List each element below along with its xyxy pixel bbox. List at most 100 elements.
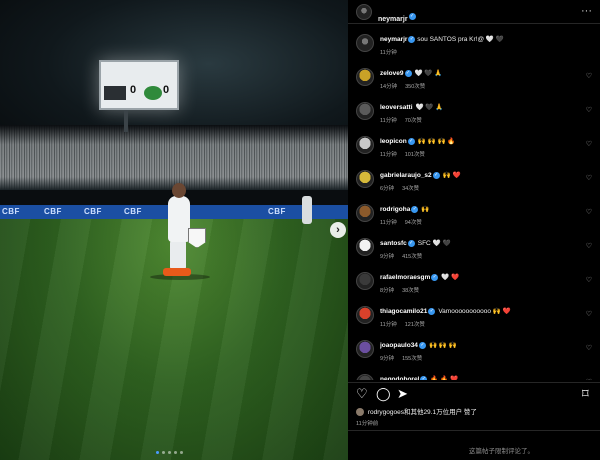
comment-like-heart-icon[interactable]: ♡ [586, 106, 592, 114]
comment-line: leoversatti 🤍 🖤 🙏 [380, 103, 580, 111]
comment-text: 🙌 🙌 🙌 🔥 [417, 138, 456, 145]
comment-like-count[interactable]: 350次赞 [405, 84, 425, 90]
comment-time: 9分钟 [380, 254, 395, 260]
comment-like-heart-icon[interactable]: ♡ [586, 378, 592, 380]
comment-like-count[interactable]: 94次赞 [405, 220, 422, 226]
comment-like-heart-icon[interactable]: ♡ [586, 140, 592, 148]
carousel-dot [180, 451, 183, 454]
comments-list[interactable]: neymarjr ✓ sou SANTOS pra Kr!@ 🤍 🖤 11分钟 z… [348, 28, 600, 380]
comment-like-count[interactable]: 38次赞 [402, 288, 419, 294]
comment-like-count[interactable]: 155次赞 [402, 356, 422, 362]
comment-line: santosfc ✓ SFC 🤍 🖤 [380, 239, 580, 247]
board-text: CBF [44, 207, 62, 216]
comment-meta: 11分钟 121次赞 [380, 320, 433, 328]
comment-username[interactable]: thiagocamilo21 [380, 308, 427, 315]
comment-like-count[interactable]: 121次赞 [405, 322, 425, 328]
comment-meta: 8分钟 38次赞 [380, 286, 427, 294]
comment-text: 🤍 ❤️ [441, 274, 460, 281]
commenter-avatar[interactable] [356, 238, 374, 256]
comment-like-heart-icon[interactable]: ♡ [586, 276, 592, 284]
more-options-icon[interactable]: ··· [581, 5, 592, 17]
commenter-avatar[interactable] [356, 68, 374, 86]
comment-meta: 6分钟 34次赞 [380, 184, 427, 192]
comment-username[interactable]: neqodoborel [380, 376, 419, 380]
comment-like-heart-icon[interactable]: ♡ [586, 310, 592, 318]
comment-like-count[interactable]: 415次赞 [402, 254, 422, 260]
comment-time: 11分钟 [380, 322, 397, 328]
verified-badge-icon: ✓ [411, 205, 419, 213]
comment-item: joaopaulo34 ✓ 🙌 🙌 🙌 9分钟 155次赞 ♡ [348, 334, 600, 368]
next-photo-button[interactable]: › [330, 222, 346, 238]
player-legs [170, 240, 186, 270]
comment-like-count[interactable]: 34次赞 [402, 186, 419, 192]
scoreboard-home-score: 0 [130, 84, 137, 96]
verified-badge-icon: ✓ [404, 69, 412, 77]
likes-summary[interactable]: rodrygogoes和其他29.1万位用户 赞了 [356, 406, 477, 418]
carousel-dot [168, 451, 171, 454]
carousel-dot [156, 451, 159, 454]
comment-meta: 11分钟 101次赞 [380, 150, 433, 158]
comment-username[interactable]: santosfc [380, 240, 407, 247]
comment-username[interactable]: leopicon [380, 138, 407, 145]
likes-text[interactable]: rodrygogoes和其他29.1万位用户 赞了 [368, 409, 477, 416]
comment-item: leoversatti 🤍 🖤 🙏 11分钟 70次赞 ♡ [348, 96, 600, 130]
comment-item: santosfc ✓ SFC 🤍 🖤 9分钟 415次赞 ♡ [348, 232, 600, 266]
caption-text: sou SANTOS pra Kr!@ 🤍 🖤 [417, 36, 504, 43]
comment-like-heart-icon[interactable]: ♡ [586, 208, 592, 216]
posted-time: 11分钟前 [356, 421, 379, 427]
author-avatar[interactable] [356, 34, 374, 52]
comment-username[interactable]: leoversatti [380, 104, 413, 111]
comment-bubble-icon[interactable]: ◯ [376, 387, 391, 401]
commenter-avatar[interactable] [356, 136, 374, 154]
post-photo[interactable]: 0 0 CBF CBF CBF CBF CBF › [0, 0, 348, 460]
scoreboard-post [124, 110, 128, 132]
comment-line: zelove9 ✓ 🤍 🖤 🙏 [380, 69, 580, 77]
comment-like-heart-icon[interactable]: ♡ [586, 72, 592, 80]
comment-line: rodrigoha ✓ 🙌 [380, 205, 580, 213]
verified-badge-icon: ✓ [407, 239, 415, 247]
post-side-panel: neymarjr ✓ ··· neymarjr ✓ sou SANTOS pra K… [348, 0, 600, 460]
commenter-avatar[interactable] [356, 102, 374, 120]
comment-username[interactable]: gabrielaraujo_s2 [380, 172, 432, 179]
comment-username[interactable]: rodrigoha [380, 206, 410, 213]
comment-like-heart-icon[interactable]: ♡ [586, 344, 592, 352]
comment-text: 🤍 🖤 🙏 [415, 104, 444, 111]
author-name-row[interactable]: neymarjr ✓ [378, 8, 416, 26]
comment-username[interactable]: rafaelmoraesgm [380, 274, 430, 281]
comment-like-count[interactable]: 101次赞 [405, 152, 425, 158]
verified-badge-icon: ✓ [431, 273, 439, 281]
comment-item: rodrigoha ✓ 🙌 11分钟 94次赞 ♡ [348, 198, 600, 232]
comment-time: 11分钟 [380, 152, 397, 158]
comment-like-heart-icon[interactable]: ♡ [586, 242, 592, 250]
author-avatar[interactable] [356, 4, 372, 20]
comment-item: rafaelmoraesgm ✓ 🤍 ❤️ 8分钟 38次赞 ♡ [348, 266, 600, 300]
player-boots [163, 268, 191, 276]
comment-like-heart-icon[interactable]: ♡ [586, 174, 592, 182]
commenter-avatar[interactable] [356, 340, 374, 358]
share-send-icon[interactable]: ➤ [397, 387, 408, 401]
commenter-avatar[interactable] [356, 170, 374, 188]
comments-disabled-notice: 这篇帖子限制评论了。 [469, 448, 534, 455]
verified-badge-icon: ✓ [407, 137, 415, 145]
bookmark-icon[interactable]: ⌑ [582, 387, 589, 401]
liker-avatar [356, 408, 364, 417]
comment-like-count[interactable]: 70次赞 [405, 118, 422, 124]
commenter-avatar[interactable] [356, 374, 374, 380]
comment-username[interactable]: zelove9 [380, 70, 404, 77]
commenter-avatar[interactable] [356, 272, 374, 290]
comment-text: 🙌 🙌 🙌 [428, 342, 457, 349]
commenter-avatar[interactable] [356, 306, 374, 324]
comment-username[interactable]: joaopaulo34 [380, 342, 418, 349]
author-username[interactable]: neymarjr [378, 16, 408, 23]
comment-text: Vamooooooooooo 🙌 ❤️ [438, 308, 511, 315]
board-text: CBF [124, 207, 142, 216]
caption-username[interactable]: neymarjr [380, 36, 407, 43]
comment-time: 6分钟 [380, 186, 395, 192]
board-text: CBF [2, 207, 20, 216]
caption-time: 11分钟 [380, 50, 397, 56]
like-heart-icon[interactable]: ♡ [356, 387, 368, 401]
verified-badge-icon: ✓ [420, 375, 428, 380]
commenter-avatar[interactable] [356, 204, 374, 222]
comment-time: 11分钟 [380, 118, 397, 124]
scoreboard-away-crest [144, 86, 162, 100]
